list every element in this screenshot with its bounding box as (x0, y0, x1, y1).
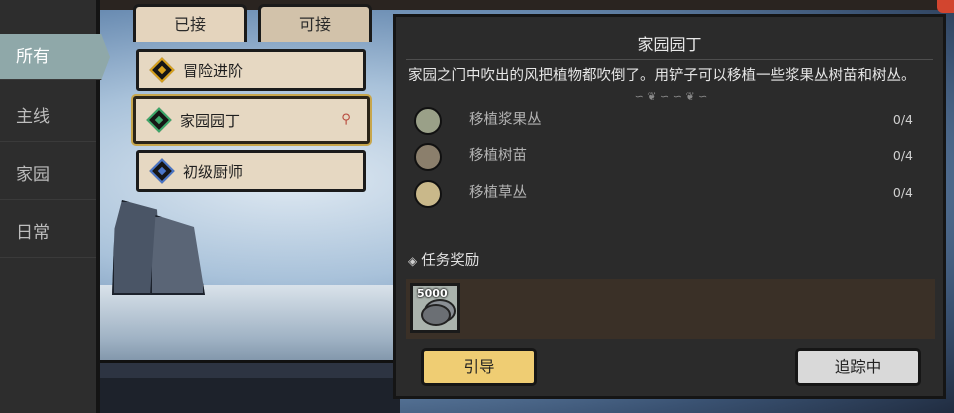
quest-item-gardener[interactable]: 家园园丁 ⚲ (133, 96, 370, 144)
silver-coins-icon (421, 304, 451, 326)
chevron-icon: ◈ (408, 254, 418, 268)
reward-header-label: 任务奖励 (421, 253, 480, 269)
objective-row: 移植草丛 0/4 (396, 176, 943, 210)
quest-label: 家园园丁 (180, 111, 241, 130)
objective-row: 移植浆果丛 0/4 (396, 103, 943, 137)
quest-item-adventure[interactable]: 冒险进阶 (136, 49, 366, 91)
objective-name: 移植树苗 (469, 148, 527, 164)
nav-item-main[interactable]: 主线 (0, 92, 96, 142)
quest-item-chef[interactable]: 初级厨师 (136, 150, 366, 192)
nav-item-all[interactable]: 所有 (0, 34, 110, 80)
floor (100, 378, 400, 413)
title-divider (406, 59, 933, 60)
objective-progress: 0/4 (892, 185, 913, 200)
quest-gem-icon (149, 158, 175, 184)
objective-progress: 0/4 (892, 112, 913, 127)
quest-gem-icon (146, 107, 172, 133)
tab-accepted[interactable]: 已接 (133, 4, 247, 42)
reward-quantity: 5000 (417, 287, 448, 300)
category-nav: 所有 主线 家园 日常 (0, 0, 110, 413)
quest-detail-panel: 家园园丁 家园之门中吹出的风把植物都吹倒了。用铲子可以移植一些浆果丛树苗和树丛。… (393, 14, 946, 399)
quest-description: 家园之门中吹出的风把植物都吹倒了。用铲子可以移植一些浆果丛树苗和树丛。 (408, 68, 916, 84)
berry-bush-icon (414, 107, 442, 135)
railing (100, 360, 400, 378)
objective-row: 移植树苗 0/4 (396, 139, 943, 173)
ornament-divider: ∽ ❦ ∽ ∽ ❦ ∽ (634, 90, 708, 103)
objective-name: 移植浆果丛 (469, 112, 542, 128)
tracking-button[interactable]: 追踪中 (795, 348, 921, 386)
reward-header: ◈ 任务奖励 (408, 249, 479, 270)
sapling-icon (414, 143, 442, 171)
nav-item-daily[interactable]: 日常 (0, 208, 96, 258)
nav-item-home[interactable]: 家园 (0, 150, 96, 200)
objective-name: 移植草丛 (469, 185, 527, 201)
quest-title: 家园园丁 (637, 35, 702, 54)
tab-available[interactable]: 可接 (258, 4, 372, 42)
quest-label: 冒险进阶 (183, 61, 244, 80)
notification-badge (937, 0, 954, 13)
quest-label: 初级厨师 (183, 162, 244, 181)
location-pin-icon: ⚲ (341, 112, 351, 127)
reward-item-silver[interactable]: 5000 (410, 283, 460, 333)
guide-button[interactable]: 引导 (421, 348, 537, 386)
rock-right (150, 215, 205, 295)
quest-gem-icon (149, 57, 175, 83)
objective-progress: 0/4 (892, 148, 913, 163)
reward-strip (406, 279, 935, 339)
grass-tuft-icon (414, 180, 442, 208)
